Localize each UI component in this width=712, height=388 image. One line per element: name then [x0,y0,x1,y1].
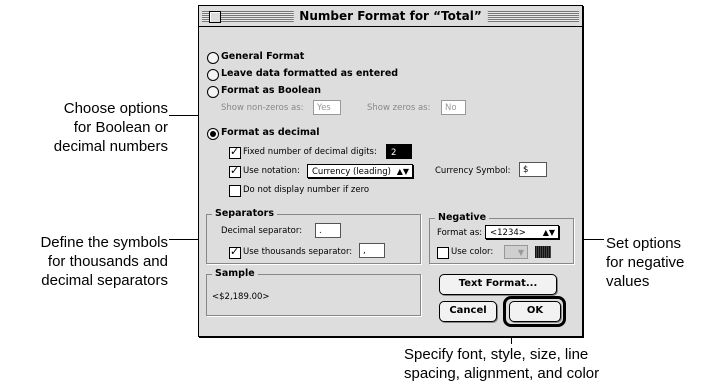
callout-boolean-decimal: Choose options for Boolean or decimal nu… [53,100,168,155]
popup-arrows-icon: ▲▼ [396,167,409,176]
use-color-checkbox[interactable] [437,247,449,259]
format-boolean-radio[interactable] [207,86,219,98]
close-box-icon[interactable] [209,11,221,23]
text-format-button[interactable]: Text Format... [439,274,557,295]
callout-separators: Define the symbols for thousands and dec… [40,234,168,289]
use-notation-checkbox[interactable] [229,164,241,178]
notation-popup[interactable]: Currency (leading) ▲▼ [307,164,413,178]
thousands-input[interactable]: , [359,243,385,258]
negative-format-value: <1234> [490,228,526,238]
number-format-dialog: Number Format for “Total” General Format… [198,5,583,337]
zero-input[interactable]: No [441,100,466,115]
hide-zero-checkbox[interactable] [229,185,241,197]
separators-title: Separators [212,208,277,220]
currency-label: Currency Symbol: [435,166,511,176]
decimal-separator-input[interactable]: . [315,223,341,238]
callout-text-format: Specify font, style, size, line spacing,… [404,346,600,382]
hide-zero-label: Do not display number if zero [243,185,370,195]
zero-label: Show zeros as: [367,103,431,113]
leave-as-entered-radio[interactable] [207,69,219,81]
fixed-digits-label: Fixed number of decimal digits: [243,147,377,157]
chevron-down-icon: ▼ [517,248,524,257]
negative-title: Negative [435,212,490,224]
use-notation-label: Use notation: [243,166,300,176]
title-bar[interactable]: Number Format for “Total” [199,6,582,27]
notation-value: Currency (leading) [312,167,391,177]
popup-arrows-icon: ▲▼ [542,228,555,237]
nonzero-input[interactable]: Yes [313,100,341,115]
format-boolean-label[interactable]: Format as Boolean [221,85,321,97]
dialog-title: Number Format for “Total” [293,8,488,24]
fixed-digits-input[interactable]: 2 [386,144,412,159]
thousands-label: Use thousands separator: [243,247,353,257]
currency-input[interactable]: $ [519,162,547,177]
thousands-checkbox[interactable] [229,245,241,259]
fixed-digits-checkbox[interactable] [229,145,241,159]
format-decimal-radio[interactable] [207,128,219,140]
general-format-radio[interactable] [207,52,219,64]
color-popup[interactable]: ▼ [504,245,528,259]
decimal-separator-label: Decimal separator: [221,226,303,236]
cancel-button[interactable]: Cancel [439,301,497,322]
ok-button[interactable]: OK [509,301,561,322]
sample-value: <$2,189.00> [212,292,270,302]
leave-as-entered-label[interactable]: Leave data formatted as entered [221,68,398,80]
color-swatch [535,246,551,258]
use-color-label: Use color: [451,247,494,257]
callout-negative: Set options for negative values [606,235,685,290]
negative-format-label: Format as: [437,228,483,238]
negative-format-popup[interactable]: <1234> ▲▼ [485,225,559,239]
general-format-label[interactable]: General Format [221,51,304,63]
nonzero-label: Show non-zeros as: [221,103,304,113]
sample-title: Sample [212,268,258,280]
format-decimal-label[interactable]: Format as decimal [221,127,320,139]
